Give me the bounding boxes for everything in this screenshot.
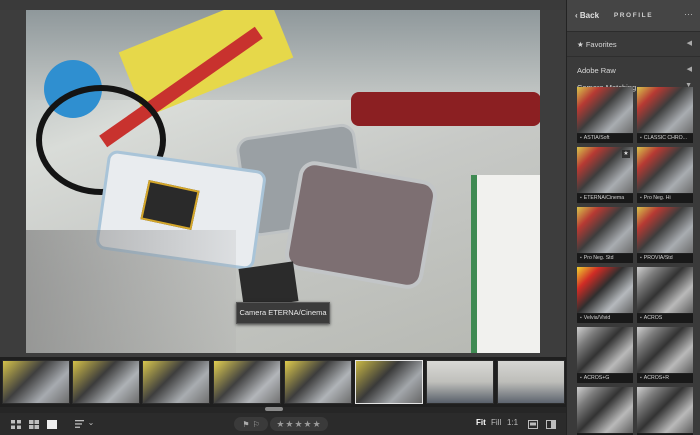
detail-view-icon[interactable]	[46, 418, 58, 430]
profile-preview	[637, 267, 693, 314]
panel-header: ‹ Back PROFILE ···	[567, 0, 700, 32]
profile-preview	[637, 207, 693, 254]
filmstrip-thumb-selected[interactable]	[355, 360, 423, 404]
zoom-1to1-button[interactable]: 1:1	[507, 418, 518, 427]
profile-panel: ‹ Back PROFILE ··· ★ Favorites ◀ Adobe R…	[566, 0, 700, 435]
profile-tile[interactable]: ▪ Pro Neg. Hi	[637, 147, 693, 203]
camera-icon: ▪	[640, 315, 642, 321]
profile-preview	[637, 87, 693, 134]
pick-flag-icon[interactable]: ⚑	[242, 420, 249, 429]
camera-icon: ▪	[580, 195, 582, 201]
profile-label: ▪ CLASSIC CHRO...	[637, 133, 693, 143]
profile-tile[interactable]: ▪ PROVIA/Std	[637, 207, 693, 263]
filmstrip	[0, 357, 566, 407]
profile-tile[interactable]: ▪ Pro Neg. Std	[577, 207, 633, 263]
profile-label: ▪ Velvia/Vivid	[577, 313, 633, 323]
group-label: Favorites	[585, 40, 617, 49]
camera-icon: ▪	[580, 315, 582, 321]
profile-preview	[577, 267, 633, 314]
compare-view-icon[interactable]	[527, 418, 538, 430]
collapse-caret-icon: ◀	[686, 40, 692, 47]
collapse-caret-icon: ◀	[686, 66, 692, 73]
profile-name: CLASSIC CHRO...	[643, 135, 688, 141]
top-strip	[0, 0, 566, 10]
camera-icon: ▪	[640, 195, 642, 201]
profile-name: ASTIA/Soft	[583, 135, 610, 141]
camera-icon: ▪	[580, 135, 582, 141]
filmstrip-thumb[interactable]	[426, 360, 494, 404]
sort-icon[interactable]	[74, 418, 84, 430]
divider	[567, 56, 700, 57]
profile-tile[interactable]: ▪ Velvia/Vivid	[577, 267, 633, 323]
profile-label: ▪ ACROS+R	[637, 373, 693, 383]
profile-name: ACROS	[643, 315, 663, 321]
camera-icon: ▪	[640, 375, 642, 381]
profile-preview	[637, 387, 693, 434]
profile-label: ▪ Pro Neg. Std	[577, 253, 633, 263]
profile-name: PROVIA/Std	[643, 255, 673, 261]
profile-preview	[577, 387, 633, 434]
profile-name: Pro Neg. Hi	[643, 195, 671, 201]
profile-label: ▪ ASTIA/Soft	[577, 133, 633, 143]
profile-tile[interactable]: ▪ ACROS+G	[577, 327, 633, 383]
profile-tile[interactable]: ▪ CLASSIC CHRO...	[637, 87, 693, 143]
profile-preview	[637, 327, 693, 374]
profile-tile[interactable]: ▪ ACROS	[637, 267, 693, 323]
group-adobe-raw[interactable]: Adobe Raw ◀	[567, 61, 700, 79]
more-options-button[interactable]: ···	[684, 9, 693, 19]
zoom-fill-button[interactable]: Fill	[491, 418, 501, 427]
profile-label: ▪ PROVIA/Std	[637, 253, 693, 263]
group-favorites[interactable]: ★ Favorites ◀	[567, 35, 700, 53]
sort-dropdown-caret-icon[interactable]: ⌄	[87, 416, 95, 428]
grid-view-icon[interactable]	[10, 418, 22, 430]
filmstrip-resize-handle[interactable]	[265, 407, 283, 411]
filmstrip-thumb[interactable]	[142, 360, 210, 404]
profile-preview	[577, 207, 633, 254]
filmstrip-thumb[interactable]	[213, 360, 281, 404]
profile-name: Velvia/Vivid	[583, 315, 611, 321]
filmstrip-thumb[interactable]	[284, 360, 352, 404]
profile-preview	[577, 87, 633, 134]
profile-tile[interactable]: ▪ ACROS+R	[637, 327, 693, 383]
photo-foreground-blur	[26, 230, 236, 353]
profile-label: ▪ Pro Neg. Hi	[637, 193, 693, 203]
camera-icon: ▪	[640, 135, 642, 141]
camera-icon: ▪	[640, 255, 642, 261]
profile-preview	[577, 327, 633, 374]
reject-flag-icon[interactable]: ⚐	[253, 420, 260, 429]
profile-label: ▪ ETERNA/Cinema	[577, 193, 633, 203]
group-label: Adobe Raw	[577, 66, 616, 75]
star-rating[interactable]: ★★★★★	[270, 417, 328, 431]
star-icon: ★	[577, 40, 584, 49]
flag-group: ⚑ ⚐	[234, 417, 268, 431]
filmstrip-thumb[interactable]	[72, 360, 140, 404]
profile-name: Pro Neg. Std	[583, 255, 614, 261]
profile-name: ACROS+G	[583, 375, 610, 381]
photo-red-phone	[351, 92, 540, 126]
profile-tile[interactable]: ★ ▪ ETERNA/Cinema	[577, 147, 633, 203]
bottom-toolbar: ⌄ ⚑ ⚐ ★★★★★ Fit Fill 1:1	[0, 413, 566, 435]
profile-tile[interactable]: ▪Monochrome	[637, 387, 693, 435]
favorite-star-icon[interactable]: ★	[622, 150, 630, 158]
panel-title: PROFILE	[613, 12, 654, 19]
photo-tin-lid	[282, 158, 440, 292]
profile-name: ETERNA/Cinema	[583, 195, 625, 201]
square-grid-view-icon[interactable]	[28, 418, 40, 430]
filmstrip-thumb[interactable]	[2, 360, 70, 404]
before-after-icon[interactable]	[545, 418, 556, 430]
camera-icon: ▪	[580, 375, 582, 381]
profile-tooltip: Camera ETERNA/Cinema	[236, 302, 330, 324]
profile-label: ▪ ACROS+G	[577, 373, 633, 383]
photo-fuji-box	[471, 175, 540, 353]
profile-name: ACROS+R	[643, 375, 670, 381]
profile-tile[interactable]: ▪ACROS+Ye	[577, 387, 633, 435]
zoom-fit-button[interactable]: Fit	[476, 418, 486, 427]
profile-preview	[637, 147, 693, 194]
camera-icon: ▪	[580, 255, 582, 261]
profile-label: ▪ ACROS	[637, 313, 693, 323]
profile-tile[interactable]: ▪ ASTIA/Soft	[577, 87, 633, 143]
filmstrip-thumb[interactable]	[497, 360, 565, 404]
